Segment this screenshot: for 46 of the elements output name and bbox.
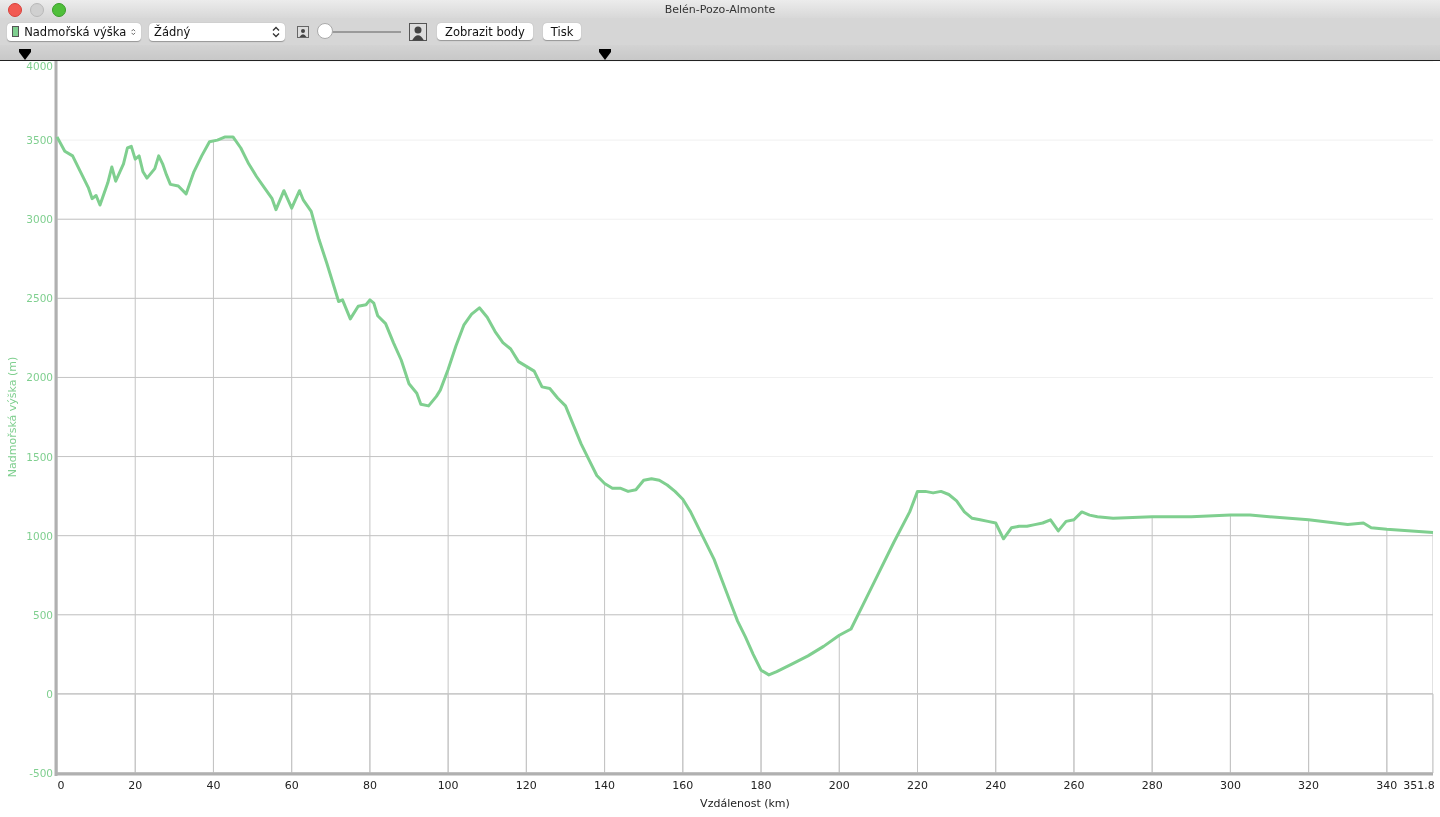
x-tick-label: 351.8 <box>1403 779 1435 792</box>
x-tick-label: 60 <box>284 779 299 792</box>
y-tick-label: 3500 <box>26 134 53 147</box>
zoom-button[interactable] <box>52 3 66 17</box>
x-tick-label: 120 <box>515 779 537 792</box>
x-tick-label: 200 <box>828 779 850 792</box>
marker-handle-icon[interactable] <box>19 49 31 60</box>
y-axis-title: Nadmořská výška (m) <box>6 356 19 478</box>
y-tick-label: 1500 <box>26 450 53 463</box>
x-tick-label: 300 <box>1219 779 1241 792</box>
person-icon <box>297 25 309 38</box>
zoom-slider[interactable] <box>317 22 401 41</box>
minimize-button[interactable] <box>30 3 44 17</box>
x-tick-label: 140 <box>594 779 616 792</box>
series-select[interactable]: Nadmořská výška <box>7 22 141 41</box>
x-tick-label: 260 <box>1063 779 1085 792</box>
x-tick-label: 320 <box>1298 779 1320 792</box>
overlay-select[interactable]: Žádný <box>149 22 285 41</box>
x-tick-label: 80 <box>362 779 377 792</box>
x-tick-label: 160 <box>672 779 694 792</box>
y-tick-label: 3000 <box>26 213 53 226</box>
x-tick-label: 280 <box>1141 779 1163 792</box>
y-tick-label: 2500 <box>26 292 53 305</box>
chevron-updown-icon <box>272 25 280 38</box>
y-tick-label: 4000 <box>26 61 53 72</box>
window-title: Belén-Pozo-Almonte <box>664 2 776 16</box>
toolbar-button[interactable]: Zobrazit body <box>437 23 533 40</box>
y-tick-label: 0 <box>46 687 53 700</box>
y-tick-label: 500 <box>32 608 53 621</box>
x-tick-label: 100 <box>437 779 459 792</box>
x-tick-label: 0 <box>57 779 65 792</box>
x-tick-label: 20 <box>128 779 143 792</box>
y-tick-label: 1000 <box>26 529 53 542</box>
x-tick-label: 180 <box>750 779 772 792</box>
toolbar-button[interactable]: Tisk <box>542 23 582 40</box>
x-axis-title: Vzdálenost (km) <box>700 797 790 810</box>
x-tick-label: 40 <box>206 779 221 792</box>
slider-thumb[interactable] <box>317 22 333 39</box>
x-tick-label: 340 <box>1376 779 1398 792</box>
person-icon <box>409 22 427 41</box>
x-tick-label: 220 <box>907 779 928 792</box>
y-tick-label: 2000 <box>26 371 53 384</box>
y-tick-label: -500 <box>29 767 53 779</box>
close-button[interactable] <box>8 3 22 17</box>
marker-handle-icon[interactable] <box>599 49 611 60</box>
x-tick-label: 240 <box>985 779 1007 792</box>
